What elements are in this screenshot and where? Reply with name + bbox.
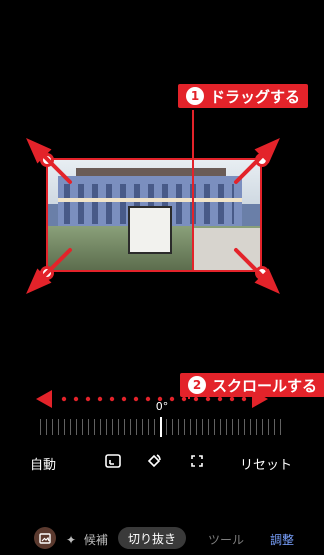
tab-crop[interactable]: 切り抜き <box>118 527 186 549</box>
tab-tools[interactable]: ツール <box>208 531 244 548</box>
auto-button[interactable]: 自動 <box>30 454 56 473</box>
tab-suggestions-label: 候補 <box>83 533 108 547</box>
callout-scroll: 2 スクロールする <box>180 373 324 397</box>
tab-crop-label: 切り抜き <box>127 531 176 546</box>
crop-frame[interactable] <box>46 158 262 272</box>
crop-handle-bottom-left[interactable] <box>40 266 54 280</box>
rotate-icon[interactable] <box>145 452 163 470</box>
free-crop-icon[interactable] <box>188 452 206 470</box>
tab-adjust-label: 調整 <box>270 533 295 547</box>
crop-handle-bottom-right[interactable] <box>255 266 269 280</box>
sparkle-icon: ✦ <box>66 533 77 547</box>
drag-guide-line <box>192 110 194 270</box>
callout-number: 1 <box>186 87 204 105</box>
rotation-dial-indicator <box>160 417 162 437</box>
callout-number: 2 <box>188 376 206 394</box>
callout-text: スクロールする <box>212 376 318 395</box>
tab-suggestions[interactable]: ✦ 候補 <box>66 531 108 548</box>
aspect-ratio-icon[interactable] <box>104 452 122 470</box>
crop-editor-screen: 1 ドラッグする 2 スクロールする 0° 自動 リセット ✦ 候補 切り抜き … <box>0 0 324 555</box>
rotation-dial[interactable] <box>40 419 284 435</box>
rotation-degree-label: 0° <box>155 400 169 413</box>
callout-drag: 1 ドラッグする <box>178 84 309 108</box>
photo-edit-icon[interactable] <box>34 527 56 549</box>
crop-handle-top-right[interactable] <box>255 153 269 167</box>
tab-adjust[interactable]: 調整 <box>270 531 294 548</box>
reset-button[interactable]: リセット <box>240 454 292 473</box>
callout-text: ドラッグする <box>210 87 301 106</box>
tab-tools-label: ツール <box>208 533 245 547</box>
crop-handle-top-left[interactable] <box>40 153 54 167</box>
